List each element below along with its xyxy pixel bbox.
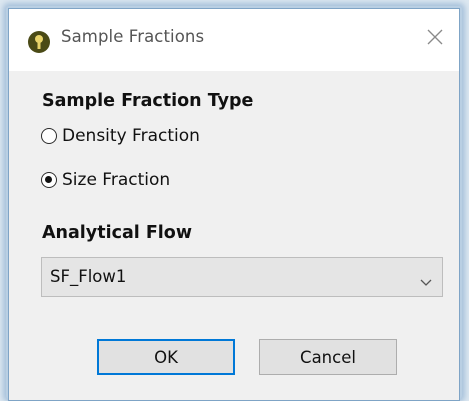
cancel-button[interactable]: Cancel	[259, 339, 397, 375]
radio-selected-dot	[45, 176, 52, 183]
title-bar: Sample Fractions	[9, 9, 459, 71]
radio-density-fraction[interactable]: Density Fraction	[41, 123, 200, 149]
radio-size-fraction-label: Size Fraction	[62, 170, 171, 190]
radio-button-unselected[interactable]	[41, 128, 57, 144]
chevron-down-icon	[420, 272, 432, 291]
window-title: Sample Fractions	[61, 27, 205, 46]
radio-size-fraction[interactable]: Size Fraction	[41, 167, 170, 193]
sample-fraction-type-heading: Sample Fraction Type	[42, 91, 254, 111]
analytical-flow-dropdown[interactable]: SF_Flow1	[41, 257, 443, 297]
analytical-flow-selected-value: SF_Flow1	[50, 267, 127, 286]
radio-density-fraction-label: Density Fraction	[62, 126, 200, 146]
app-logo-icon	[27, 30, 51, 54]
sample-fractions-dialog: Sample Fractions Sample Fraction Type De…	[8, 8, 460, 401]
radio-button-selected[interactable]	[41, 172, 57, 188]
close-button[interactable]	[417, 19, 453, 55]
ok-button[interactable]: OK	[97, 339, 235, 375]
analytical-flow-heading: Analytical Flow	[42, 223, 192, 243]
close-icon	[427, 29, 443, 45]
